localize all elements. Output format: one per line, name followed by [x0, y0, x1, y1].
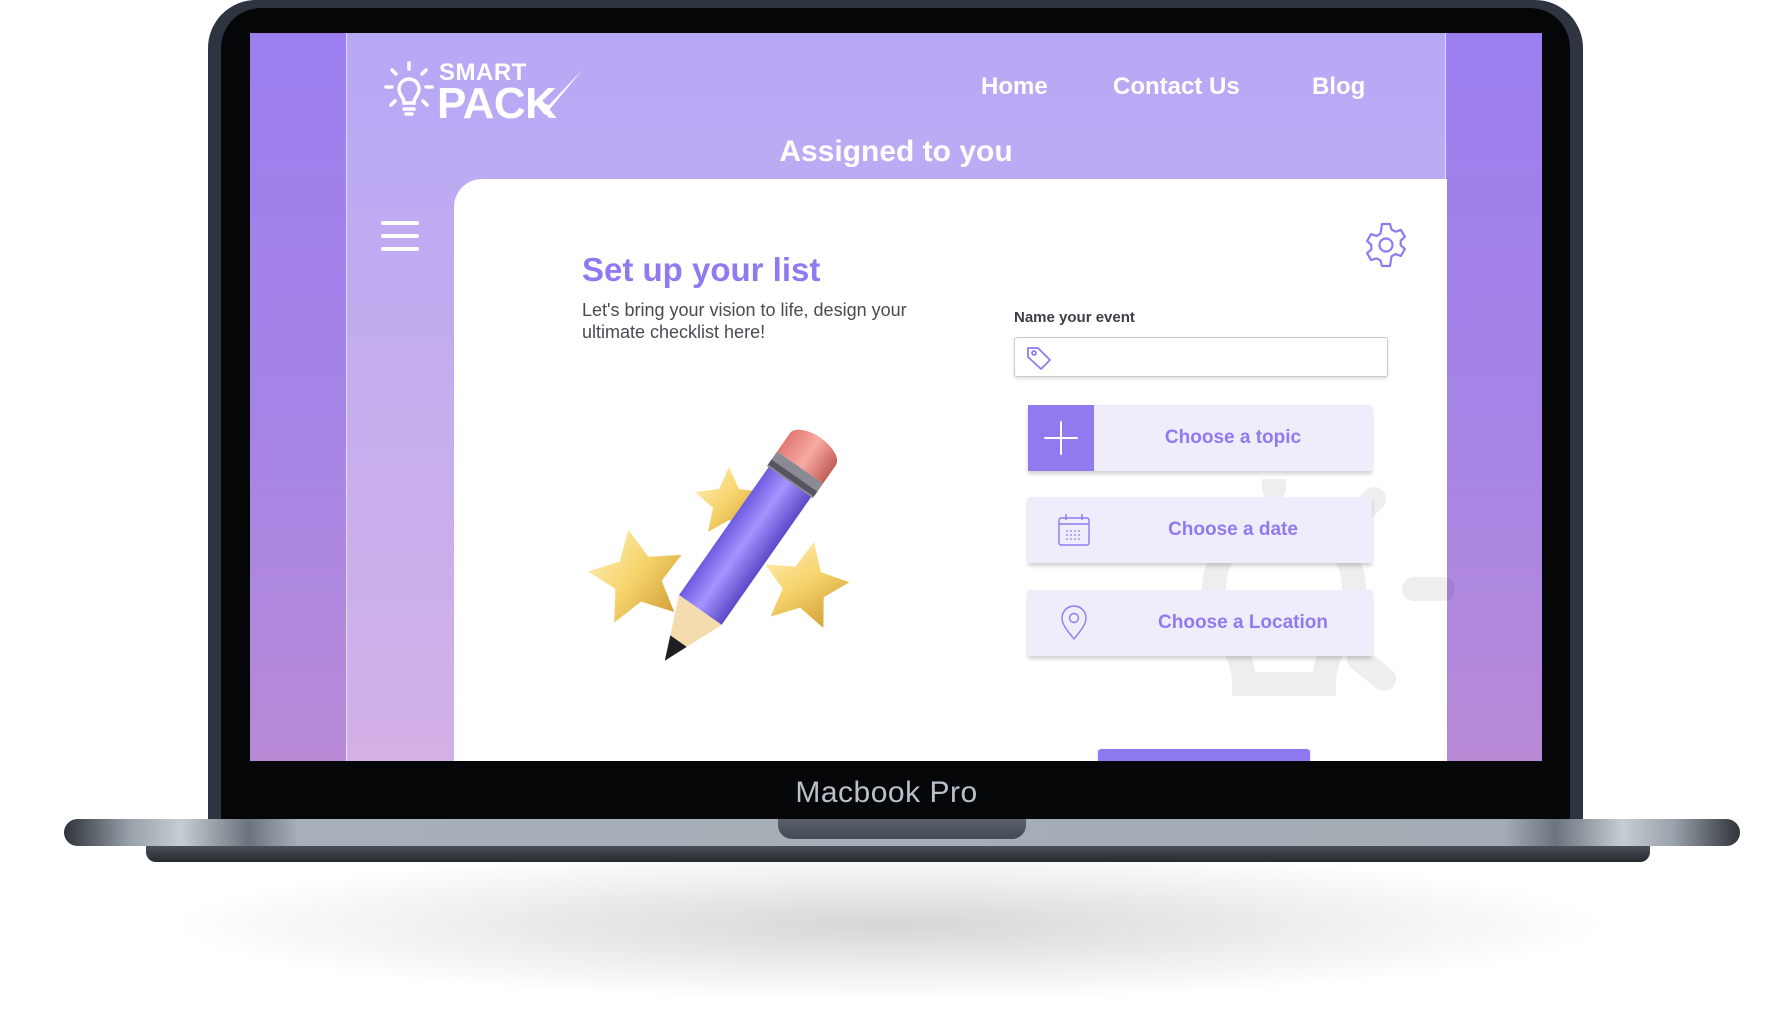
choose-topic-button[interactable]: Choose a topic	[1028, 405, 1372, 471]
choose-topic-label: Choose a topic	[1164, 427, 1302, 448]
event-name-field[interactable]	[1014, 337, 1388, 378]
choose-date-label: Choose a date	[1168, 519, 1298, 540]
choose-location-button[interactable]: Choose a Location	[1028, 590, 1372, 656]
hamburger-menu-icon[interactable]	[381, 221, 419, 253]
screen: SMART PACK Home Contact Us Blog Assigned…	[250, 33, 1542, 761]
create-new-button[interactable]: Create new	[1098, 749, 1310, 761]
laptop-base-bottom	[146, 846, 1650, 862]
app-window: SMART PACK Home Contact Us Blog Assigned…	[346, 33, 1454, 761]
calendar-icon	[1058, 514, 1090, 546]
map-pin-icon	[1061, 605, 1087, 641]
lightbulb-icon	[384, 61, 434, 116]
choose-date-button[interactable]: Choose a date	[1028, 497, 1372, 563]
tag-icon	[1027, 347, 1051, 370]
section-title: Assigned to you	[779, 135, 1013, 168]
card-subtitle: Let's bring your vision to life, design …	[582, 300, 907, 342]
event-name-input[interactable]	[1061, 338, 1385, 378]
setup-card: Set up your list Let's bring your vision…	[454, 179, 1454, 761]
event-name-label: Name your event	[1014, 309, 1135, 326]
choose-location-label: Choose a Location	[1158, 612, 1328, 633]
nav-blog[interactable]: Blog	[1312, 73, 1365, 101]
plus-box	[1028, 405, 1094, 471]
nav-home[interactable]: Home	[981, 73, 1048, 101]
nav-contact-us[interactable]: Contact Us	[1113, 73, 1240, 101]
pencil-stars-illustration	[587, 429, 850, 661]
plus-icon	[1044, 421, 1078, 455]
device-caption: Macbook Pro	[795, 776, 978, 809]
laptop-shadow	[180, 850, 1600, 1000]
card-title: Set up your list	[582, 251, 821, 288]
laptop-notch	[778, 819, 1026, 839]
checkmark-icon	[533, 69, 583, 115]
gear-icon[interactable]	[1362, 221, 1410, 269]
smart-pack-logo[interactable]: SMART PACK	[383, 57, 583, 128]
